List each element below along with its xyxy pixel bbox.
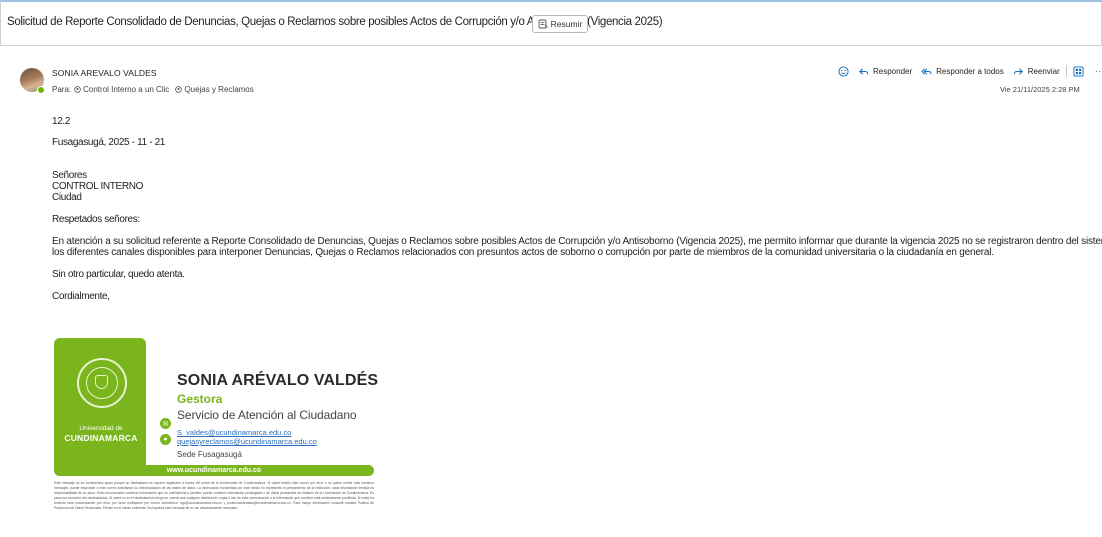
reply-all-icon bbox=[921, 67, 932, 75]
email-signature: Universidad de CUNDINAMARCA SONIA ARÉVAL… bbox=[52, 338, 379, 537]
group-icon bbox=[175, 86, 183, 93]
location-pin-icon: ● bbox=[160, 434, 171, 445]
body-paragraph-line: los diferentes canales disponibles para … bbox=[52, 247, 994, 258]
action-divider bbox=[1065, 65, 1067, 77]
apps-button[interactable] bbox=[1073, 65, 1084, 77]
forward-label: Reenviar bbox=[1027, 66, 1060, 76]
recipients-line: Para: Control Interno a un Clic Quejas y… bbox=[52, 85, 257, 94]
signature-name: SONIA ARÉVALO VALDÉS bbox=[177, 372, 379, 389]
closing-line: Sin otro particular, quedo atenta. bbox=[52, 269, 185, 280]
reply-label: Responder bbox=[873, 66, 913, 76]
grid-apps-icon bbox=[1073, 65, 1084, 77]
sign-off: Cordialmente, bbox=[52, 291, 110, 302]
message-actions: Responder Responder a todos Reenviar ··· bbox=[838, 63, 1102, 79]
reply-all-label: Responder a todos bbox=[936, 66, 1004, 76]
addressee-line: Señores bbox=[52, 170, 87, 181]
signature-department: Servicio de Atención al Ciudadano bbox=[177, 408, 357, 422]
signature-website-link[interactable]: www.ucundinamarca.edu.co bbox=[54, 465, 374, 476]
forward-button[interactable]: Reenviar bbox=[1013, 66, 1060, 77]
greeting: Respetados señores: bbox=[52, 214, 140, 225]
reply-button[interactable]: Responder bbox=[858, 66, 912, 77]
reply-icon bbox=[859, 67, 869, 75]
body-paragraph-line: En atención a su solicitud referente a R… bbox=[52, 236, 1102, 247]
forward-icon bbox=[1013, 67, 1023, 75]
recipient-chip[interactable]: Quejas y Reclamos bbox=[175, 85, 254, 94]
university-label: Universidad de bbox=[79, 425, 123, 432]
recipient-chip[interactable]: Control Interno a un Clic bbox=[74, 85, 169, 94]
more-options-icon[interactable]: ··· bbox=[1095, 66, 1102, 76]
university-seal-icon bbox=[77, 358, 127, 408]
summarize-icon bbox=[538, 19, 548, 29]
university-name: CUNDINAMARCA bbox=[64, 433, 138, 443]
reference-number: 12.2 bbox=[52, 116, 71, 127]
summarize-label: Resumir bbox=[550, 19, 583, 29]
subject-bar: Solicitud de Reporte Consolidado de Denu… bbox=[0, 0, 1102, 46]
reply-all-button[interactable]: Responder a todos bbox=[921, 66, 1004, 77]
addressee-line: CONTROL INTERNO bbox=[52, 181, 144, 192]
to-label: Para: bbox=[52, 85, 72, 94]
presence-available-icon bbox=[37, 86, 45, 94]
recipient-name: Control Interno a un Clic bbox=[83, 85, 170, 94]
signature-role: Gestora bbox=[177, 392, 223, 406]
mail-icon: ✉ bbox=[160, 418, 171, 429]
signature-email-link[interactable]: quejasyreclamos@ucundinamarca.edu.co bbox=[177, 437, 317, 446]
summarize-button[interactable]: Resumir bbox=[532, 15, 588, 33]
place-date: Fusagasugá, 2025 - 11 - 21 bbox=[52, 137, 166, 148]
signature-email-link[interactable]: S_valdes@ucundinamarca.edu.co bbox=[177, 428, 291, 437]
signature-disclaimer: Este mensaje no es considerado spam porq… bbox=[54, 481, 374, 510]
emoji-button[interactable] bbox=[838, 65, 849, 77]
emoji-icon bbox=[838, 65, 849, 77]
sender-name[interactable]: SONIA AREVALO VALDES bbox=[52, 68, 157, 78]
university-logo-panel: Universidad de CUNDINAMARCA bbox=[54, 338, 146, 466]
group-icon bbox=[74, 86, 81, 93]
recipient-name: Quejas y Reclamos bbox=[184, 85, 254, 94]
received-date: Vie 21/11/2025 2:28 PM bbox=[1000, 85, 1080, 94]
signature-campus: Sede Fusagasugá bbox=[177, 450, 242, 459]
addressee-line: Ciudad bbox=[52, 192, 82, 203]
